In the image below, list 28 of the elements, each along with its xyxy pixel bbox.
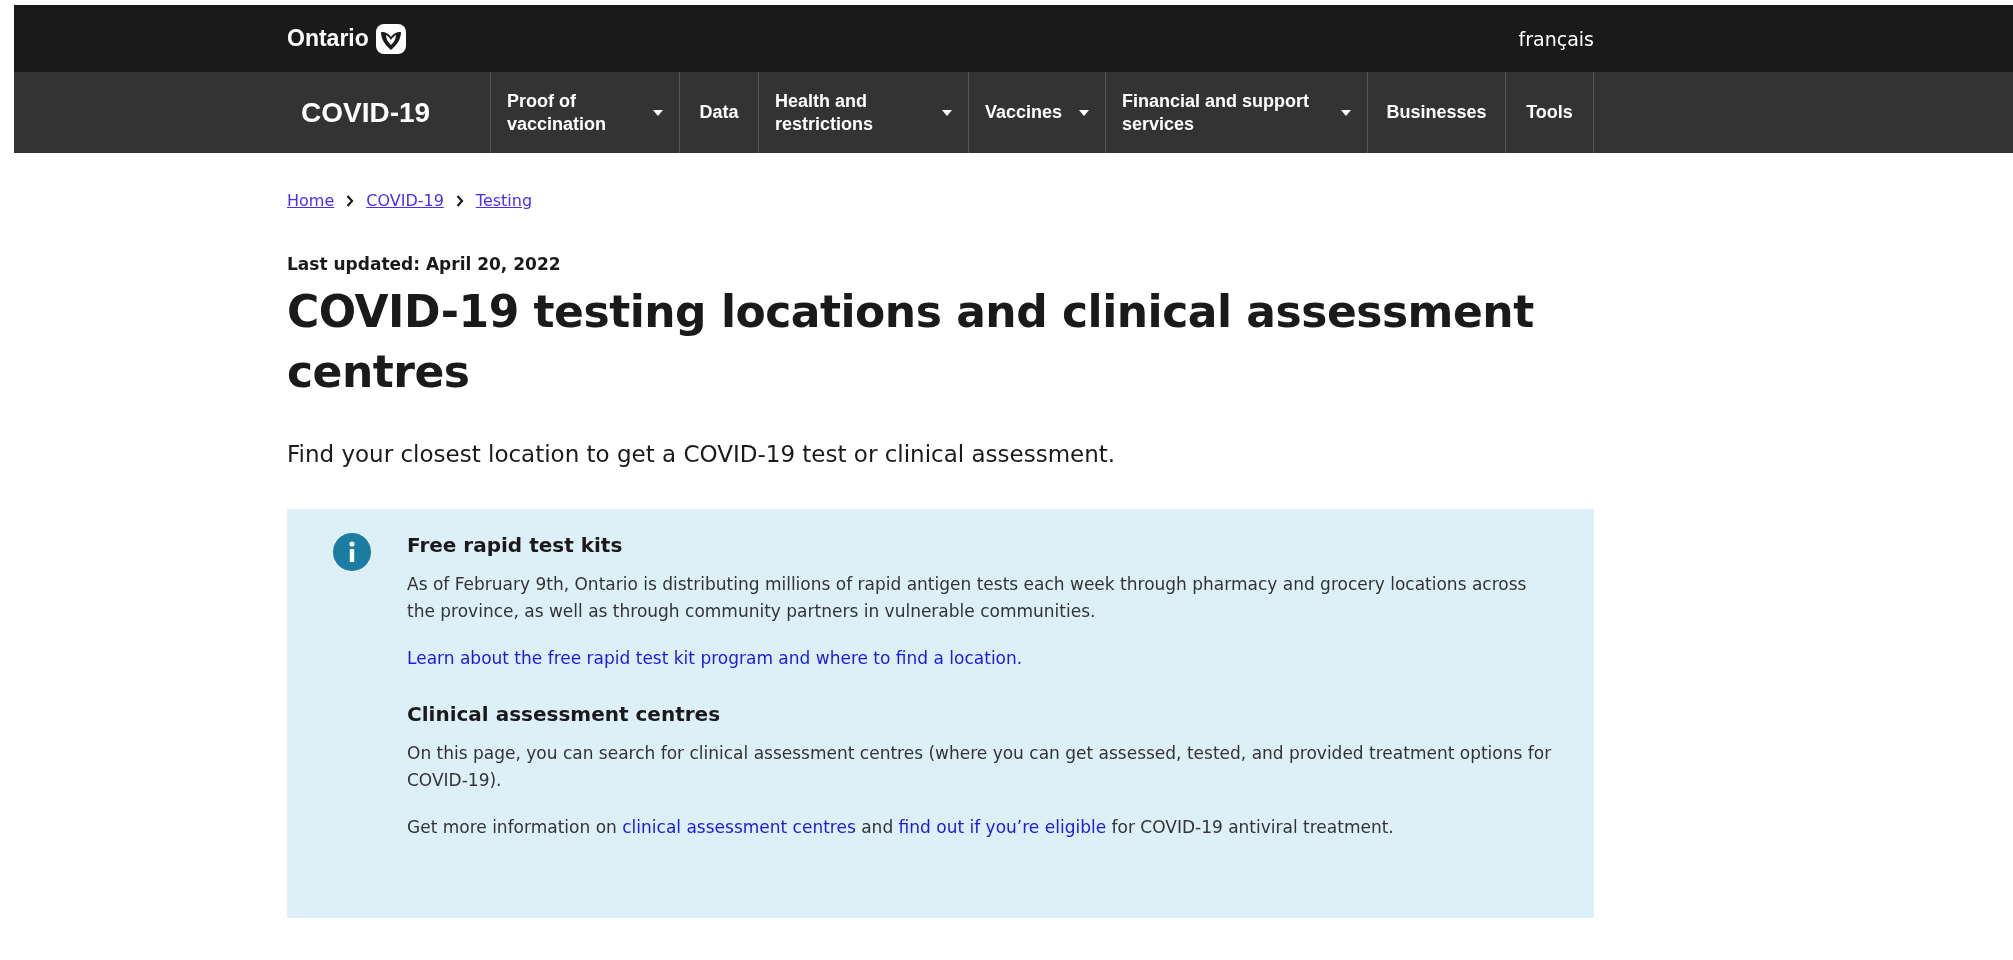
breadcrumb-link[interactable]: Testing <box>475 191 533 210</box>
callout-paragraph: As of February 9th, Ontario is distributing millions of rapid antigen tests each week through pharmacy and grocery locations across the province, as well as through community partners in vulnerable communities. <box>407 572 1528 623</box>
nav-menu-item[interactable]: Proof of vaccination <box>491 72 680 153</box>
section-title[interactable]: COVID-19 <box>301 96 431 129</box>
language-link[interactable]: français <box>1518 27 1594 50</box>
callout-heading: Free rapid test kits <box>407 532 624 557</box>
intro-text: Find your closest location to get a COVID-19 test or clinical assessment. <box>287 440 1117 467</box>
inline-link[interactable]: find out if you’re eligible <box>898 817 1107 838</box>
logo-text[interactable]: Ontario <box>287 25 369 52</box>
nav-menu-item[interactable]: Tools <box>1506 72 1594 153</box>
callout-paragraph: Get more information on clinical assessment centres and find out if you’re eligible for COVID-19 antiviral treatment. <box>407 816 1395 840</box>
info-icon <box>333 532 371 571</box>
breadcrumb-link[interactable]: COVID-19 <box>366 191 444 210</box>
breadcrumb-link[interactable]: Home <box>287 191 335 210</box>
nav-menu-item[interactable]: Health and restrictions <box>759 72 969 153</box>
nav-menu-item[interactable]: Vaccines <box>969 72 1106 153</box>
chevron-right-icon <box>346 194 355 207</box>
callout-link[interactable]: Learn about the free rapid test kit program and where to find a location. <box>407 647 1023 668</box>
page-title: COVID-19 testing locations and clinical assessment centres <box>287 285 1535 400</box>
callout-heading: Clinical assessment centres <box>407 702 722 727</box>
chevron-right-icon <box>455 194 464 207</box>
inline-link[interactable]: clinical assessment centres <box>622 817 856 838</box>
callout-paragraph: On this page, you can search for clinical assessment centres (where you can get assessed, tested, and provided treatment options for COVID-19). <box>407 742 1553 793</box>
trillium-icon <box>374 22 407 55</box>
nav-menu-item[interactable]: Businesses <box>1368 72 1506 153</box>
last-updated-date: Last updated: April 20, 2022 <box>287 254 562 274</box>
nav-menu-item[interactable]: Data <box>680 72 759 153</box>
nav-menu-item[interactable]: Financial and support services <box>1106 72 1368 153</box>
